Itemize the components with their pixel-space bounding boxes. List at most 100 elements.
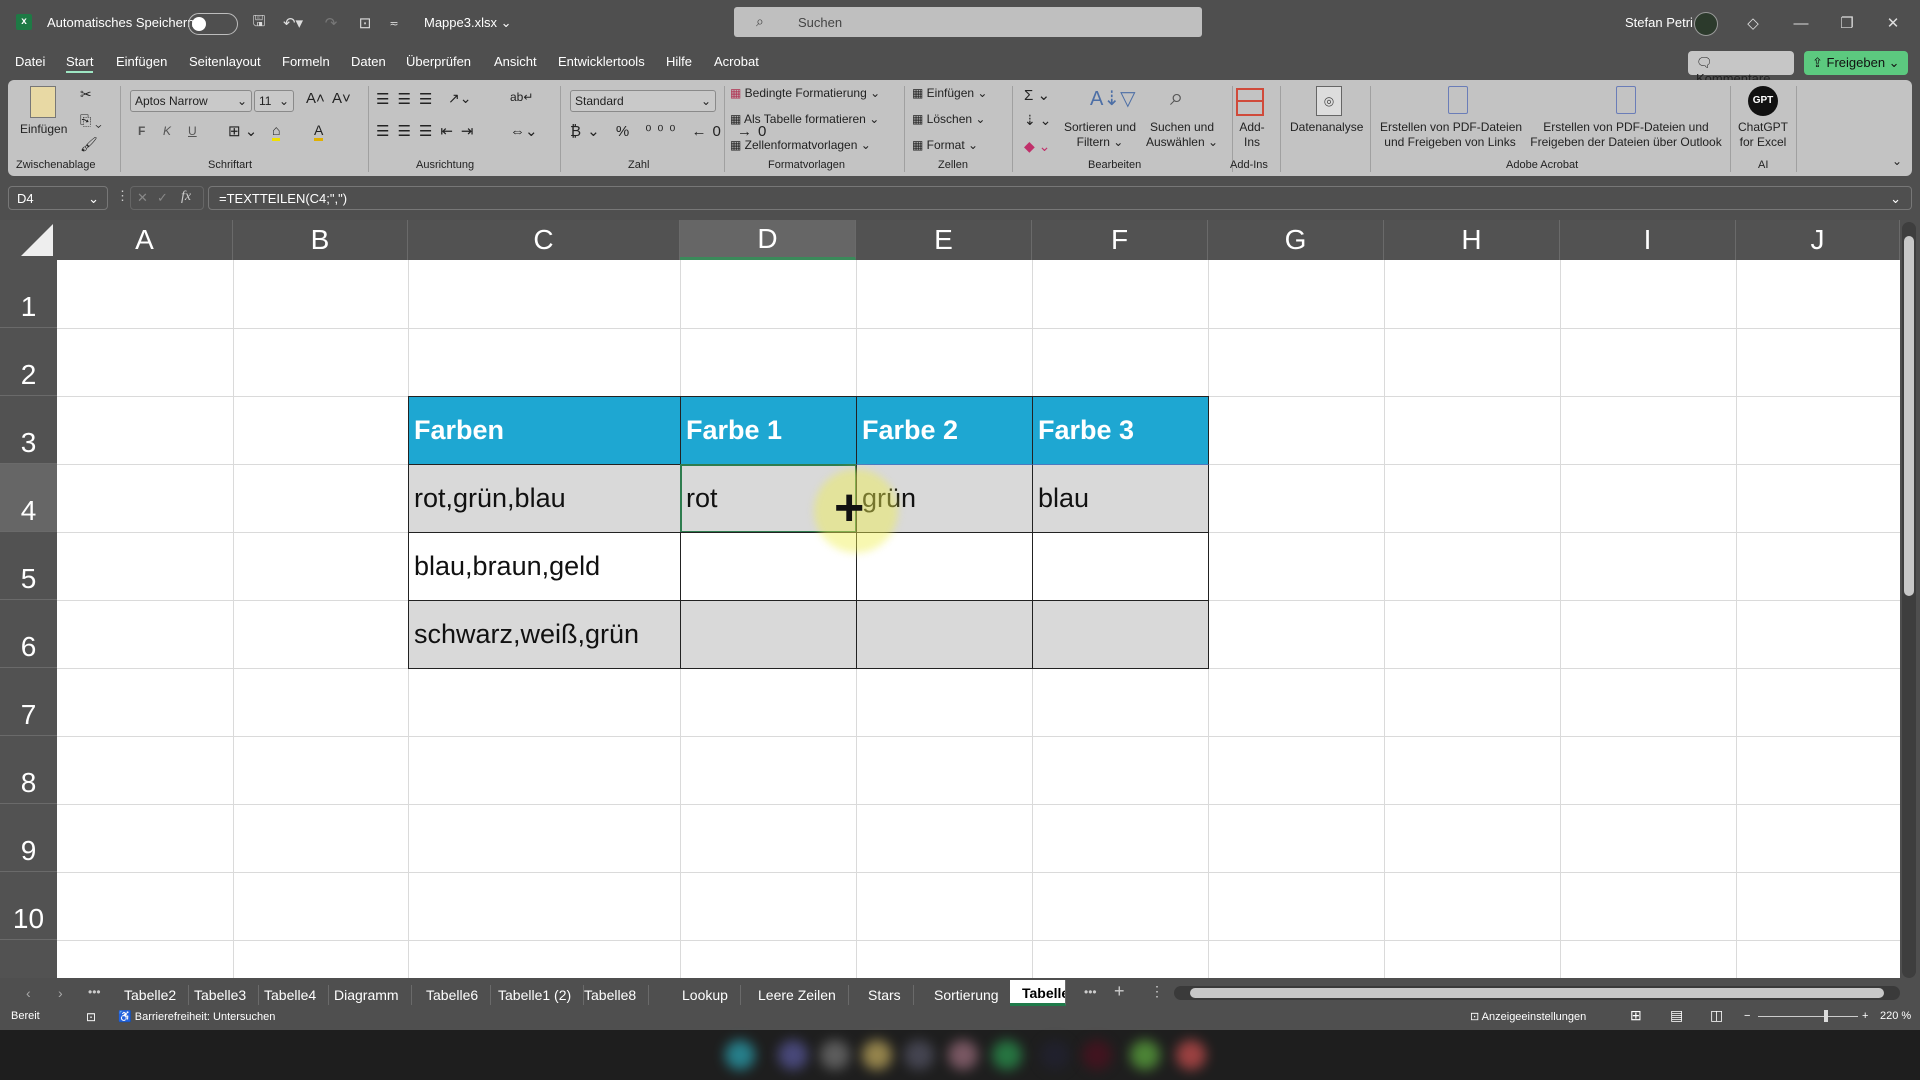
orientation-icon[interactable]: ↗⌄ — [448, 90, 471, 107]
column-header-i[interactable]: I — [1560, 220, 1736, 260]
column-header-j[interactable]: J — [1736, 220, 1900, 260]
taskbar-app-icon[interactable] — [725, 1040, 755, 1070]
tab-scroll-left-icon[interactable]: ‹ — [26, 985, 31, 1001]
row-header-4[interactable]: 4 — [0, 464, 57, 532]
formula-input[interactable]: =TEXTTEILEN(C4;",") ⌄ — [208, 186, 1912, 210]
merge-center-icon[interactable]: ⇔⌄ — [510, 122, 538, 140]
taskbar-app-icon[interactable] — [862, 1040, 892, 1070]
increase-font-icon[interactable]: A˄ — [306, 90, 325, 107]
macro-record-icon[interactable]: ⊡ — [86, 1010, 96, 1024]
minimize-icon[interactable]: — — [1786, 12, 1816, 34]
taskbar-app-icon[interactable] — [1130, 1040, 1160, 1070]
autosum-icon[interactable]: Σ ⌄ — [1024, 86, 1050, 104]
menu-datei[interactable]: Datei — [15, 54, 45, 69]
menu-daten[interactable]: Daten — [351, 54, 386, 69]
wrap-text-icon[interactable]: ab↵ — [510, 90, 533, 104]
table-header-cell[interactable]: Farbe 1 — [680, 396, 857, 465]
fill-icon[interactable]: ⇣ ⌄ — [1024, 112, 1051, 129]
number-format-select[interactable]: Standard ⌄ — [570, 90, 716, 112]
format-painter-icon[interactable]: 🖌 — [80, 136, 98, 153]
taskbar-app-icon[interactable] — [820, 1040, 850, 1070]
insert-function-icon[interactable]: fx — [181, 189, 191, 205]
decrease-font-icon[interactable]: A˅ — [332, 90, 351, 107]
font-color-icon[interactable]: A — [314, 122, 324, 141]
column-header-g[interactable]: G — [1208, 220, 1384, 260]
column-header-c[interactable]: C — [408, 220, 680, 260]
comments-button[interactable]: 🗨 Kommentare — [1688, 51, 1794, 86]
column-header-a[interactable]: A — [57, 220, 233, 260]
row-header-3[interactable]: 3 — [0, 396, 57, 464]
autosave-toggle[interactable] — [188, 13, 238, 35]
sheet-tab[interactable]: Tabelle8 — [572, 985, 650, 1005]
table-cell[interactable] — [856, 600, 1033, 669]
sheet-tab[interactable]: Tabelle1 — [1010, 980, 1066, 1006]
table-cell[interactable]: blau,braun,geld — [408, 532, 681, 601]
menu-ansicht[interactable]: Ansicht — [494, 54, 537, 69]
find-select-button[interactable]: Suchen und Auswählen ⌄ — [1144, 120, 1220, 150]
insert-cells-button[interactable]: ▦ Einfügen ⌄ — [912, 86, 987, 100]
redo-icon[interactable]: ↷ — [316, 12, 346, 34]
addins-button[interactable]: Add- Ins — [1234, 120, 1270, 150]
table-cell[interactable]: blau — [1032, 464, 1209, 533]
accessibility-button[interactable]: ♿ Barrierefreiheit: Untersuchen — [118, 1010, 275, 1023]
row-header-10[interactable]: 10 — [0, 872, 57, 940]
sheet-tab[interactable]: Lookup — [670, 985, 741, 1005]
menu-acrobat[interactable]: Acrobat — [714, 54, 759, 69]
row-header-2[interactable]: 2 — [0, 328, 57, 396]
column-header-e[interactable]: E — [856, 220, 1032, 260]
row-header-7[interactable]: 7 — [0, 668, 57, 736]
cell-styles-button[interactable]: ▦ Zellenformatvorlagen ⌄ — [730, 138, 871, 152]
vertical-align-icons[interactable]: ☰☰☰ — [376, 90, 440, 108]
bold-button[interactable]: F — [138, 124, 145, 138]
clear-icon[interactable]: ◆ ⌄ — [1024, 138, 1050, 155]
tab-options-icon[interactable]: ⋮ — [1150, 983, 1164, 1000]
font-name-select[interactable]: Aptos Narrow ⌄ — [130, 90, 252, 112]
zoom-slider-thumb[interactable] — [1824, 1010, 1828, 1022]
sheet-tab[interactable]: Stars — [856, 985, 914, 1005]
menu-start[interactable]: Start — [66, 54, 94, 73]
menu-formeln[interactable]: Formeln — [282, 54, 330, 69]
page-layout-view-icon[interactable]: ▤ — [1670, 1007, 1683, 1024]
camera-icon[interactable]: ⊡ — [354, 12, 376, 34]
data-analysis-button[interactable]: Datenanalyse — [1290, 120, 1363, 134]
taskbar-app-icon[interactable] — [778, 1040, 808, 1070]
menu-einfuegen[interactable]: Einfügen — [116, 54, 167, 69]
file-name[interactable]: Mappe3.xlsx ⌄ — [424, 15, 512, 31]
taskbar-app-icon[interactable] — [1082, 1040, 1112, 1070]
vertical-scrollbar[interactable] — [1902, 222, 1916, 978]
avatar[interactable] — [1694, 12, 1718, 36]
cancel-icon[interactable]: ✕ — [137, 190, 148, 206]
sheet-tab[interactable]: Diagramm — [322, 985, 412, 1005]
table-cell[interactable] — [1032, 532, 1209, 601]
table-cell[interactable]: schwarz,weiß,grün — [408, 600, 681, 669]
zoom-slider[interactable] — [1758, 1010, 1858, 1022]
more-tabs-left-icon[interactable]: ••• — [88, 985, 101, 999]
font-size-select[interactable]: 11 ⌄ — [254, 90, 294, 112]
underline-button[interactable]: U — [188, 124, 197, 138]
menu-ueberpruefen[interactable]: Überprüfen — [406, 54, 471, 69]
confirm-icon[interactable]: ✓ — [157, 190, 168, 206]
table-header-cell[interactable]: Farben — [408, 396, 681, 465]
horizontal-scroll-thumb[interactable] — [1190, 988, 1884, 998]
row-header-1[interactable]: 1 — [0, 260, 57, 328]
save-icon[interactable]: 🖫 — [248, 12, 270, 34]
italic-button[interactable]: K — [163, 124, 171, 138]
share-button[interactable]: ⇪ Freigeben ⌄ — [1804, 51, 1908, 75]
create-pdf-links-button[interactable]: Erstellen von PDF-Dateien und Freigeben v… — [1380, 120, 1522, 150]
borders-icon[interactable]: ⊞ ⌄ — [228, 122, 257, 140]
page-break-view-icon[interactable]: ◫ — [1710, 1007, 1723, 1024]
table-cell[interactable] — [1032, 600, 1209, 669]
sheet-tab[interactable]: Tabelle1 (2) — [486, 985, 585, 1005]
search-box[interactable]: ⌕ Suchen — [734, 7, 1202, 37]
delete-cells-button[interactable]: ▦ Löschen ⌄ — [912, 112, 985, 126]
menu-hilfe[interactable]: Hilfe — [666, 54, 692, 69]
name-box[interactable]: D4 ⌄ — [8, 186, 108, 210]
add-sheet-icon[interactable]: + — [1114, 981, 1125, 1002]
cell-area[interactable]: Farben Farbe 1 Farbe 2 Farbe 3 rot,grün,blau… — [57, 260, 1900, 978]
select-all-corner[interactable] — [0, 220, 57, 260]
conditional-formatting-button[interactable]: ▦ Bedingte Formatierung ⌄ — [730, 86, 880, 100]
sheet-tab[interactable]: Tabelle3 — [182, 985, 260, 1005]
horizontal-scrollbar[interactable] — [1174, 986, 1900, 1000]
row-header-8[interactable]: 8 — [0, 736, 57, 804]
cut-icon[interactable]: ✂ — [80, 86, 92, 103]
